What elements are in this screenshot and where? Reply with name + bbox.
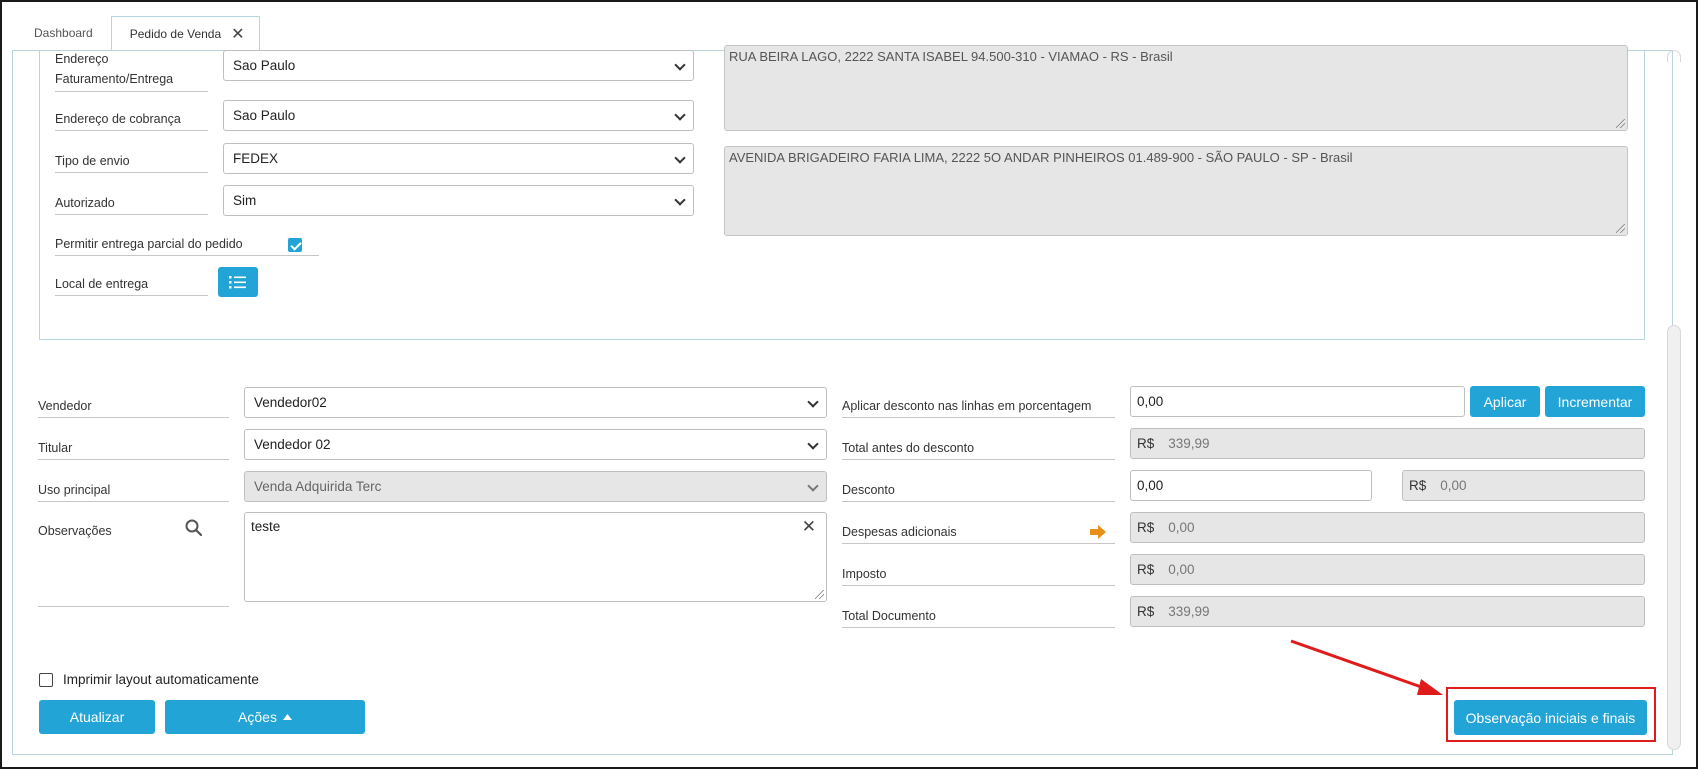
total-label: Total Documento bbox=[842, 608, 1115, 628]
currency-symbol: R$ bbox=[1137, 562, 1155, 577]
currency-symbol: R$ bbox=[1137, 604, 1155, 619]
resize-grip-icon[interactable] bbox=[815, 590, 824, 599]
uso-select-value: Venda Adquirida Terc bbox=[254, 479, 382, 494]
scrollbar-thumb[interactable] bbox=[1667, 325, 1681, 750]
vendedor-select-value: Vendedor02 bbox=[254, 395, 327, 410]
currency-symbol: R$ bbox=[1409, 478, 1427, 493]
incrementar-button[interactable]: Incrementar bbox=[1545, 386, 1645, 417]
uso-select: Venda Adquirida Terc bbox=[244, 471, 827, 502]
uso-label: Uso principal bbox=[38, 482, 229, 502]
faturamento-select[interactable]: Sao Paulo bbox=[223, 50, 694, 81]
envio-label: Tipo de envio bbox=[55, 153, 208, 173]
obs-textarea-value: teste bbox=[251, 519, 281, 534]
chevron-down-icon bbox=[674, 59, 686, 71]
atualizar-button[interactable]: Atualizar bbox=[39, 700, 155, 734]
vendedor-label: Vendedor bbox=[38, 398, 229, 418]
chevron-down-icon bbox=[807, 480, 819, 492]
list-icon bbox=[229, 276, 246, 289]
obs-label: Observações bbox=[38, 524, 112, 538]
autorizado-select[interactable]: Sim bbox=[223, 185, 694, 216]
chevron-down-icon bbox=[807, 438, 819, 450]
resize-grip-icon[interactable] bbox=[1616, 224, 1625, 233]
desconto-pct-label: Aplicar desconto nas linhas em porcentag… bbox=[842, 398, 1115, 418]
chevron-down-icon bbox=[674, 109, 686, 121]
scrollbar-track-top bbox=[1667, 50, 1681, 62]
tab-pedido-de-venda[interactable]: Pedido de Venda ✕ bbox=[110, 16, 260, 50]
titular-label: Titular bbox=[38, 440, 229, 460]
total-field: R$ 339,99 bbox=[1130, 596, 1645, 627]
titular-select-value: Vendedor 02 bbox=[254, 437, 331, 452]
parcial-checkbox[interactable] bbox=[288, 238, 302, 252]
antes-value: 339,99 bbox=[1168, 436, 1210, 451]
tab-bar: Dashboard Pedido de Venda ✕ bbox=[16, 16, 260, 50]
cobranca-select-value: Sao Paulo bbox=[233, 108, 296, 123]
vendedor-select[interactable]: Vendedor02 bbox=[244, 387, 827, 418]
imprimir-label: Imprimir layout automaticamente bbox=[63, 672, 259, 687]
chevron-down-icon bbox=[674, 194, 686, 206]
faturamento-select-value: Sao Paulo bbox=[233, 58, 296, 73]
cobranca-select[interactable]: Sao Paulo bbox=[223, 100, 694, 131]
despesas-value: 0,00 bbox=[1168, 520, 1195, 535]
desconto-pct-value: 0,00 bbox=[1137, 394, 1164, 409]
imprimir-checkbox[interactable] bbox=[39, 673, 53, 687]
tab-label: Dashboard bbox=[34, 26, 93, 40]
caret-up-icon bbox=[282, 714, 292, 720]
antes-field: R$ 339,99 bbox=[1130, 428, 1645, 459]
imposto-field: R$ 0,00 bbox=[1130, 554, 1645, 585]
vertical-scrollbar[interactable] bbox=[1664, 50, 1684, 755]
cobranca-address-text: AVENIDA BRIGADEIRO FARIA LIMA, 2222 5O A… bbox=[724, 146, 1628, 236]
cobranca-label: Endereço de cobrança bbox=[55, 111, 208, 131]
tab-label: Pedido de Venda bbox=[129, 26, 222, 41]
desconto-label: Desconto bbox=[842, 482, 1115, 502]
arrow-right-icon[interactable] bbox=[1089, 524, 1107, 540]
clear-icon[interactable]: ✕ bbox=[802, 517, 816, 537]
total-value: 339,99 bbox=[1168, 604, 1210, 619]
imposto-label: Imposto bbox=[842, 566, 1115, 586]
titular-select[interactable]: Vendedor 02 bbox=[244, 429, 827, 460]
resize-grip-icon[interactable] bbox=[1616, 119, 1625, 128]
chevron-down-icon bbox=[674, 152, 686, 164]
despesas-field: R$ 0,00 bbox=[1130, 512, 1645, 543]
acoes-button[interactable]: Ações bbox=[165, 700, 365, 734]
despesas-label: Despesas adicionais bbox=[842, 524, 1115, 544]
currency-symbol: R$ bbox=[1137, 520, 1155, 535]
autorizado-select-value: Sim bbox=[233, 193, 257, 208]
cobranca-address-value: AVENIDA BRIGADEIRO FARIA LIMA, 2222 5O A… bbox=[729, 150, 1353, 165]
parcial-label: Permitir entrega parcial do pedido bbox=[55, 236, 319, 256]
faturamento-address-value: RUA BEIRA LAGO, 2222 SANTA ISABEL 94.500… bbox=[729, 49, 1173, 64]
annotation-arrow bbox=[1290, 639, 1443, 695]
envio-select-value: FEDEX bbox=[233, 151, 279, 166]
antes-label: Total antes do desconto bbox=[842, 440, 1115, 460]
desconto-pct-input[interactable]: 0,00 bbox=[1130, 386, 1465, 417]
observacao-button[interactable]: Observação iniciais e finais bbox=[1454, 700, 1647, 735]
aplicar-button[interactable]: Aplicar bbox=[1470, 386, 1540, 417]
currency-symbol: R$ bbox=[1137, 436, 1155, 451]
local-label: Local de entrega bbox=[55, 276, 208, 296]
desconto-input[interactable]: 0,00 bbox=[1130, 470, 1372, 501]
desconto-input-value: 0,00 bbox=[1137, 478, 1164, 493]
local-list-button[interactable] bbox=[218, 267, 258, 297]
chevron-down-icon bbox=[807, 396, 819, 408]
autorizado-label: Autorizado bbox=[55, 195, 208, 215]
tab-dashboard[interactable]: Dashboard bbox=[16, 16, 111, 50]
faturamento-address-text: RUA BEIRA LAGO, 2222 SANTA ISABEL 94.500… bbox=[724, 45, 1628, 131]
close-icon[interactable]: ✕ bbox=[231, 24, 244, 44]
acoes-button-label: Ações bbox=[238, 709, 277, 725]
envio-select[interactable]: FEDEX bbox=[223, 143, 694, 174]
obs-textarea[interactable]: teste ✕ bbox=[244, 512, 827, 602]
desconto-field: R$ 0,00 bbox=[1402, 470, 1645, 501]
search-icon[interactable] bbox=[184, 518, 204, 538]
desconto-value: 0,00 bbox=[1440, 478, 1467, 493]
faturamento-label: Endereço Faturamento/Entrega bbox=[55, 49, 208, 92]
imposto-value: 0,00 bbox=[1168, 562, 1195, 577]
